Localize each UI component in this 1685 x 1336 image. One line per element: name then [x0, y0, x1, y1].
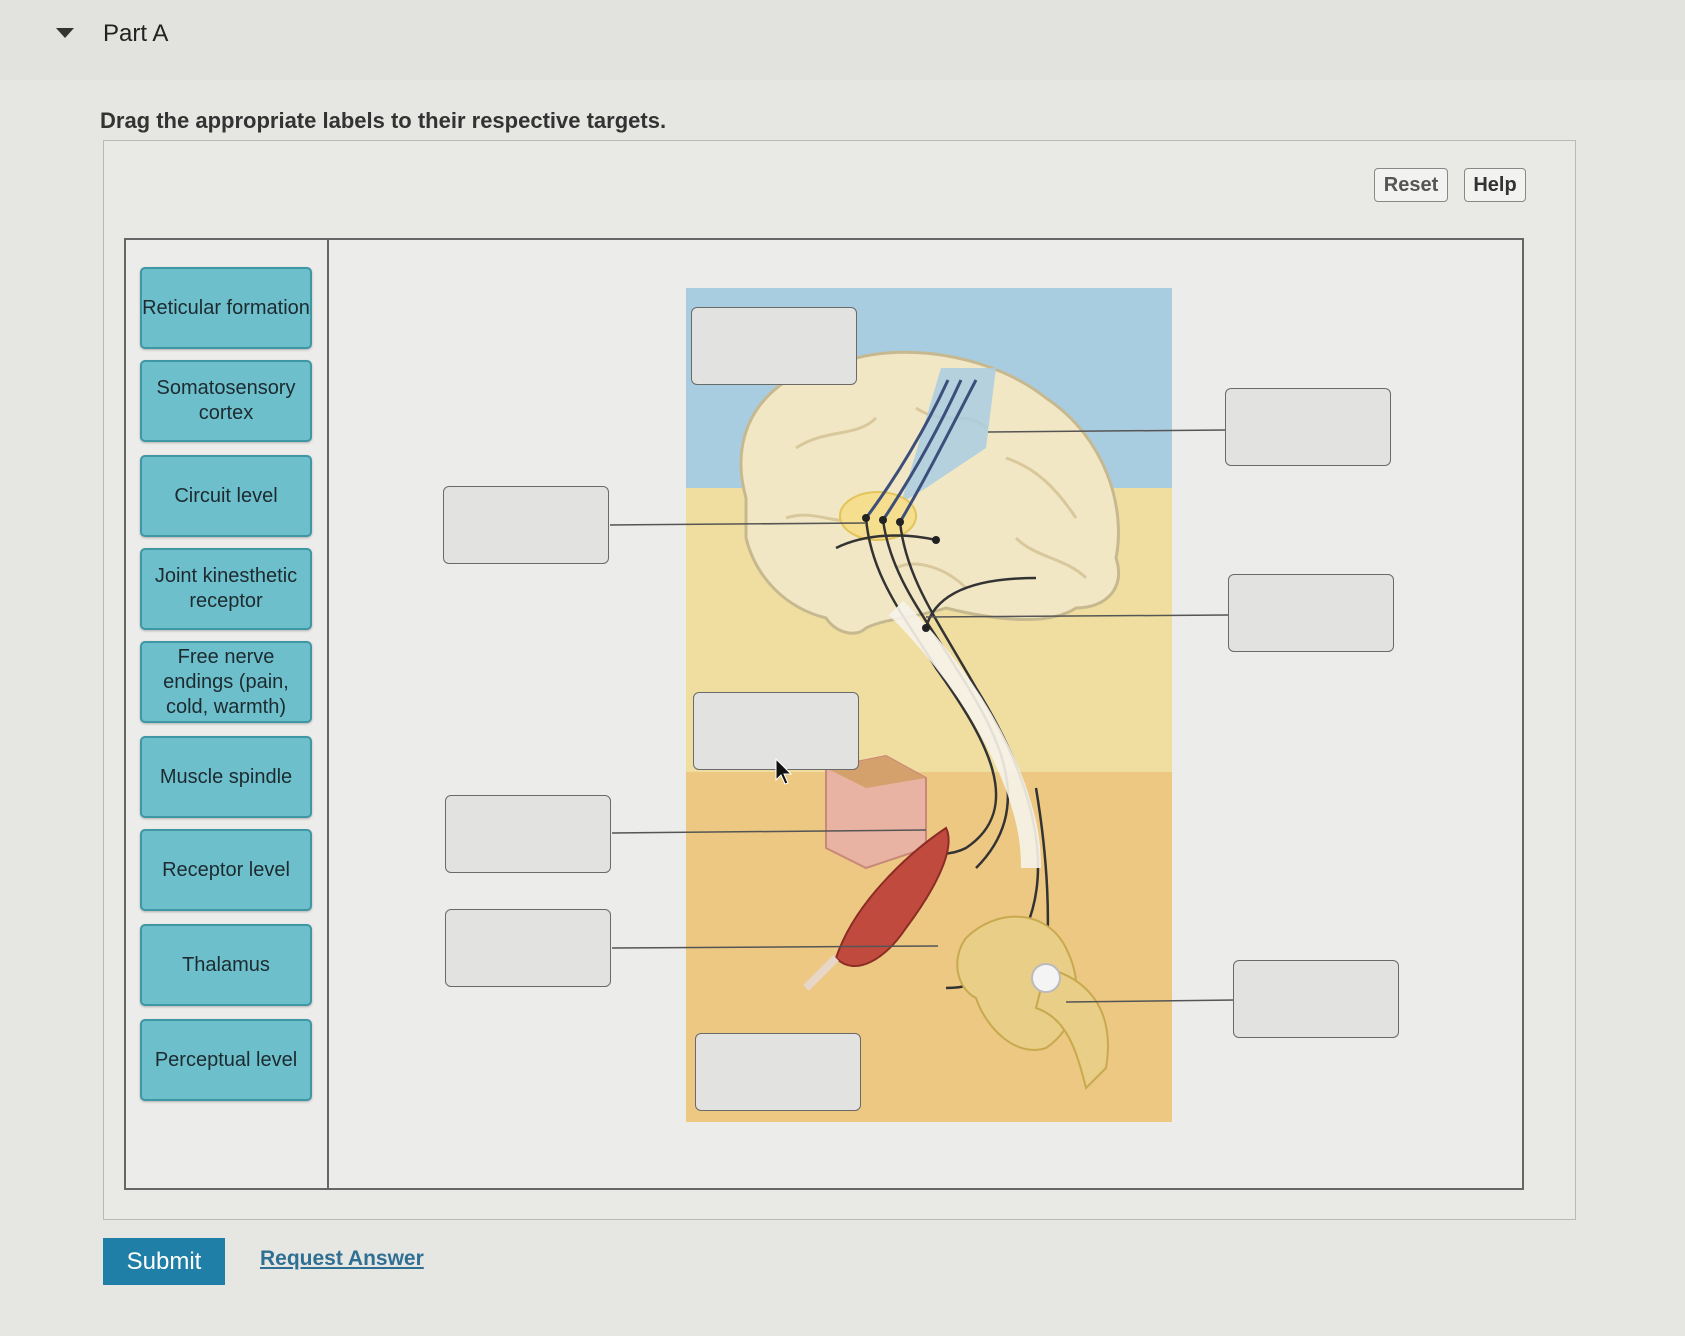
drop-target-7[interactable] [445, 909, 611, 987]
drop-target-1[interactable] [691, 307, 857, 385]
mouse-pointer-icon [775, 758, 793, 785]
drop-target-4[interactable] [1228, 574, 1394, 652]
submit-button[interactable]: Submit [103, 1238, 225, 1285]
drop-target-3[interactable] [443, 486, 609, 564]
drop-target-9[interactable] [695, 1033, 861, 1111]
drop-target-2[interactable] [1225, 388, 1391, 466]
request-answer-link[interactable]: Request Answer [260, 1247, 424, 1271]
drop-target-8[interactable] [1233, 960, 1399, 1038]
drop-target-6[interactable] [445, 795, 611, 873]
leader-lines [609, 429, 1236, 1003]
